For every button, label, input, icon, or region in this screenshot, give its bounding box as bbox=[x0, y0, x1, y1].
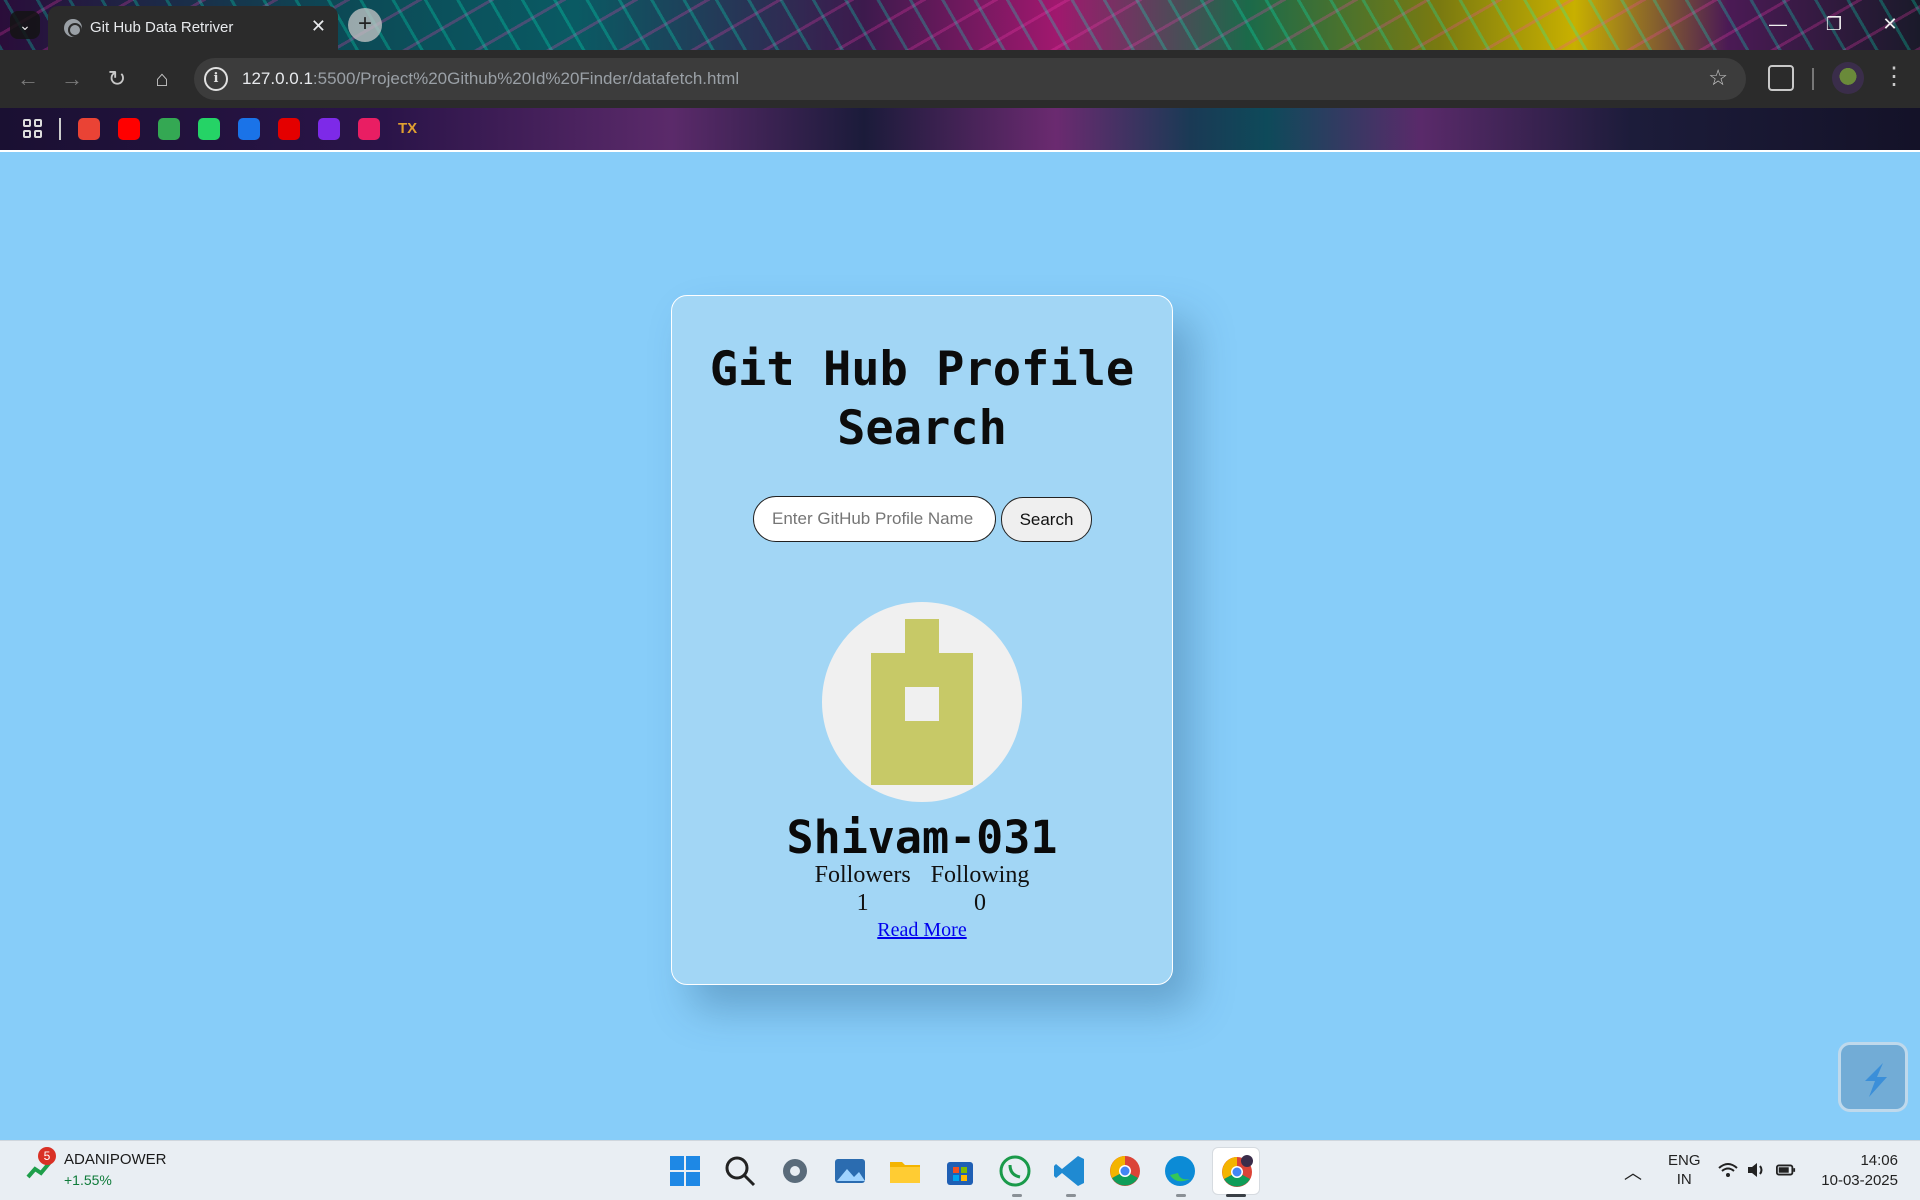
chrome-profile-icon bbox=[1222, 1155, 1253, 1187]
chrome-profile-active-app[interactable] bbox=[1212, 1147, 1260, 1195]
page-viewport: Git Hub Profile Search Search Shivam-031 bbox=[0, 152, 1920, 1140]
window-close-icon[interactable]: ✕ bbox=[1862, 0, 1918, 50]
home-icon[interactable]: ⌂ bbox=[148, 65, 176, 93]
followers-label: Followers bbox=[814, 862, 911, 888]
profile-name-input[interactable] bbox=[753, 496, 996, 542]
minimize-icon[interactable]: — bbox=[1750, 0, 1806, 50]
site-info-icon[interactable]: i bbox=[204, 67, 228, 91]
bookmark-play-icon[interactable] bbox=[238, 118, 260, 140]
read-more-link[interactable]: Read More bbox=[877, 919, 966, 941]
photos-icon[interactable] bbox=[832, 1153, 868, 1189]
chrome-active-indicator bbox=[1226, 1194, 1246, 1197]
windows-taskbar: 5 ADANIPOWER +1.55% ︿ ENG IN 14:06 10-03… bbox=[0, 1140, 1920, 1200]
profile-stats: Followers 1 Following 0 bbox=[672, 861, 1172, 917]
browser-toolbar: ← → ↻ ⌂ i 127.0.0.1:5500/Project%20Githu… bbox=[0, 50, 1920, 108]
bookmark-maps-icon[interactable] bbox=[158, 118, 180, 140]
whatsapp-icon[interactable] bbox=[997, 1153, 1033, 1189]
settings-gear-icon[interactable] bbox=[777, 1153, 813, 1189]
toolbar-divider bbox=[1812, 68, 1814, 90]
notification-badge: 5 bbox=[38, 1147, 56, 1165]
following-label: Following bbox=[930, 862, 1030, 888]
wifi-icon[interactable] bbox=[1718, 1161, 1738, 1179]
vscode-icon[interactable] bbox=[1052, 1153, 1088, 1189]
chrome-icon[interactable] bbox=[1107, 1153, 1143, 1189]
following-stat: Following 0 bbox=[931, 861, 1030, 917]
forward-icon[interactable]: → bbox=[58, 65, 86, 93]
profile-avatar bbox=[822, 602, 1022, 802]
tab-search-dropdown[interactable]: ⌄ bbox=[10, 11, 40, 39]
browser-tab-active[interactable]: Git Hub Data Retriver ✕ bbox=[48, 6, 338, 50]
reload-icon[interactable]: ↻ bbox=[103, 65, 131, 93]
edge-icon[interactable] bbox=[1162, 1153, 1198, 1189]
url-text[interactable]: 127.0.0.1:5500/Project%20Github%20Id%20F… bbox=[242, 69, 739, 89]
restore-icon[interactable]: ❐ bbox=[1806, 0, 1862, 50]
windows-start-icon[interactable] bbox=[667, 1153, 703, 1189]
bookmark-tx-icon[interactable]: TX bbox=[398, 118, 420, 140]
language-indicator[interactable]: ENG IN bbox=[1668, 1151, 1701, 1189]
identicon-image bbox=[871, 619, 973, 785]
search-button[interactable]: Search bbox=[1001, 497, 1092, 542]
tab-close-icon[interactable]: ✕ bbox=[311, 16, 326, 37]
stock-change[interactable]: +1.55% bbox=[64, 1172, 112, 1188]
battery-icon[interactable] bbox=[1776, 1161, 1796, 1179]
back-icon[interactable]: ← bbox=[14, 65, 42, 93]
whatsapp-running-indicator bbox=[1012, 1194, 1022, 1197]
store-icon[interactable] bbox=[942, 1153, 978, 1189]
bookmark-youtube-icon[interactable] bbox=[118, 118, 140, 140]
bookmark-whatsapp-icon[interactable] bbox=[198, 118, 220, 140]
bookmarks-divider bbox=[59, 118, 61, 140]
vscode-running-indicator bbox=[1066, 1194, 1076, 1197]
bookmark-gmail-icon[interactable] bbox=[78, 118, 100, 140]
stock-name[interactable]: ADANIPOWER bbox=[64, 1151, 167, 1168]
bookmark-star-icon[interactable]: ☆ bbox=[1708, 65, 1728, 91]
chevron-up-icon[interactable]: ︿ bbox=[1624, 1159, 1642, 1185]
followers-count: 1 bbox=[856, 890, 869, 916]
bookmarks-bar: TX bbox=[0, 108, 1920, 150]
address-bar[interactable]: i 127.0.0.1:5500/Project%20Github%20Id%2… bbox=[194, 58, 1746, 100]
file-explorer-icon[interactable] bbox=[887, 1153, 923, 1189]
volume-icon[interactable] bbox=[1746, 1161, 1766, 1179]
globe-icon bbox=[64, 19, 82, 37]
system-clock[interactable]: 14:06 10-03-2025 bbox=[1821, 1151, 1898, 1191]
read-more-container: Read More bbox=[672, 919, 1172, 942]
lightning-icon bbox=[1865, 1063, 1887, 1097]
bookmark-airtel-icon[interactable] bbox=[278, 118, 300, 140]
profile-username: Shivam-031 bbox=[786, 811, 1058, 864]
floating-extension-button[interactable] bbox=[1838, 1042, 1908, 1112]
menu-kebab-icon[interactable]: ⋮ bbox=[1882, 62, 1906, 91]
apps-grid-icon[interactable] bbox=[22, 118, 44, 140]
profile-search-card: Git Hub Profile Search Search Shivam-031 bbox=[671, 295, 1173, 985]
new-tab-button[interactable]: + bbox=[348, 8, 382, 42]
bookmark-gift-icon[interactable] bbox=[358, 118, 380, 140]
page-title: Git Hub Profile Search bbox=[709, 342, 1135, 456]
edge-running-indicator bbox=[1176, 1194, 1186, 1197]
clock-time: 14:06 bbox=[1860, 1152, 1898, 1169]
profile-avatar-icon[interactable] bbox=[1832, 62, 1864, 94]
following-count: 0 bbox=[974, 890, 986, 916]
tab-title: Git Hub Data Retriver bbox=[90, 19, 234, 36]
browser-tab-strip: ⌄ Git Hub Data Retriver ✕ + — ❐ ✕ bbox=[0, 0, 1920, 50]
search-icon[interactable] bbox=[722, 1153, 758, 1189]
bookmark-canva-icon[interactable] bbox=[318, 118, 340, 140]
clock-date: 10-03-2025 bbox=[1821, 1172, 1898, 1189]
followers-stat: Followers 1 bbox=[815, 861, 911, 917]
extensions-icon[interactable] bbox=[1768, 65, 1794, 91]
